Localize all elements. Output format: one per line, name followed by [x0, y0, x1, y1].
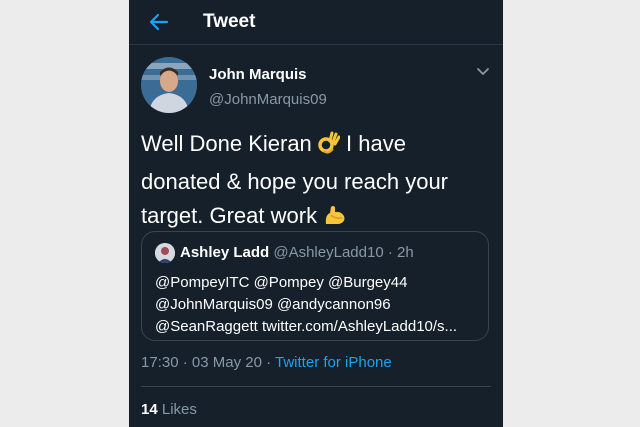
divider [141, 386, 491, 387]
tweet-date: 03 May 20 [191, 354, 262, 371]
quoted-tweet-text: @PompeyITC @Pompey @Burgey44 @JohnMarqui… [155, 272, 480, 338]
quoted-age: 2h [397, 244, 414, 261]
tweet-text-part1: Well Done Kieran [141, 131, 312, 156]
author-avatar[interactable] [141, 57, 197, 113]
quoted-line-3: @SeanRaggett twitter.com/AshleyLadd10/s.… [155, 318, 458, 335]
quoted-tweet-card[interactable]: Ashley Ladd @AshleyLadd10 · 2h @PompeyIT… [141, 231, 489, 341]
quoted-line-1: @PompeyITC @Pompey @Burgey44 [155, 274, 408, 291]
quoted-author-name: Ashley Ladd [180, 244, 270, 261]
likes-link[interactable]: 14 Likes [141, 401, 197, 418]
page-title: Tweet [203, 11, 256, 32]
top-bar: Tweet [129, 0, 503, 45]
tweet-time: 17:30 [141, 354, 179, 371]
author-handle[interactable]: @JohnMarquis09 [209, 91, 327, 108]
back-arrow-icon[interactable] [147, 10, 171, 34]
likes-label: Likes [161, 401, 197, 418]
ok-hand-icon [318, 131, 341, 165]
quoted-line-2: @JohnMarquis09 @andycannon96 [155, 296, 391, 313]
quoted-tweet-header: Ashley Ladd @AshleyLadd10 · 2h [180, 244, 414, 261]
tweet-meta: 17:30 · 03 May 20 · Twitter for iPhone [141, 354, 392, 371]
meta-separator: · [182, 354, 188, 371]
meta-separator: · [266, 354, 272, 371]
quoted-author-handle: @AshleyLadd10 [273, 244, 384, 261]
quoted-author-avatar [155, 243, 175, 263]
chevron-down-icon[interactable] [475, 64, 491, 80]
likes-count: 14 [141, 401, 158, 418]
author-name[interactable]: John Marquis [209, 66, 307, 83]
tweet-screen: Tweet John Marquis @JohnMarquis09 Well D… [129, 0, 503, 427]
tweet-source-link[interactable]: Twitter for iPhone [275, 354, 392, 371]
tweet-text: Well Done Kieran I have donated & hope y… [141, 127, 486, 237]
quoted-separator: · [387, 244, 393, 261]
